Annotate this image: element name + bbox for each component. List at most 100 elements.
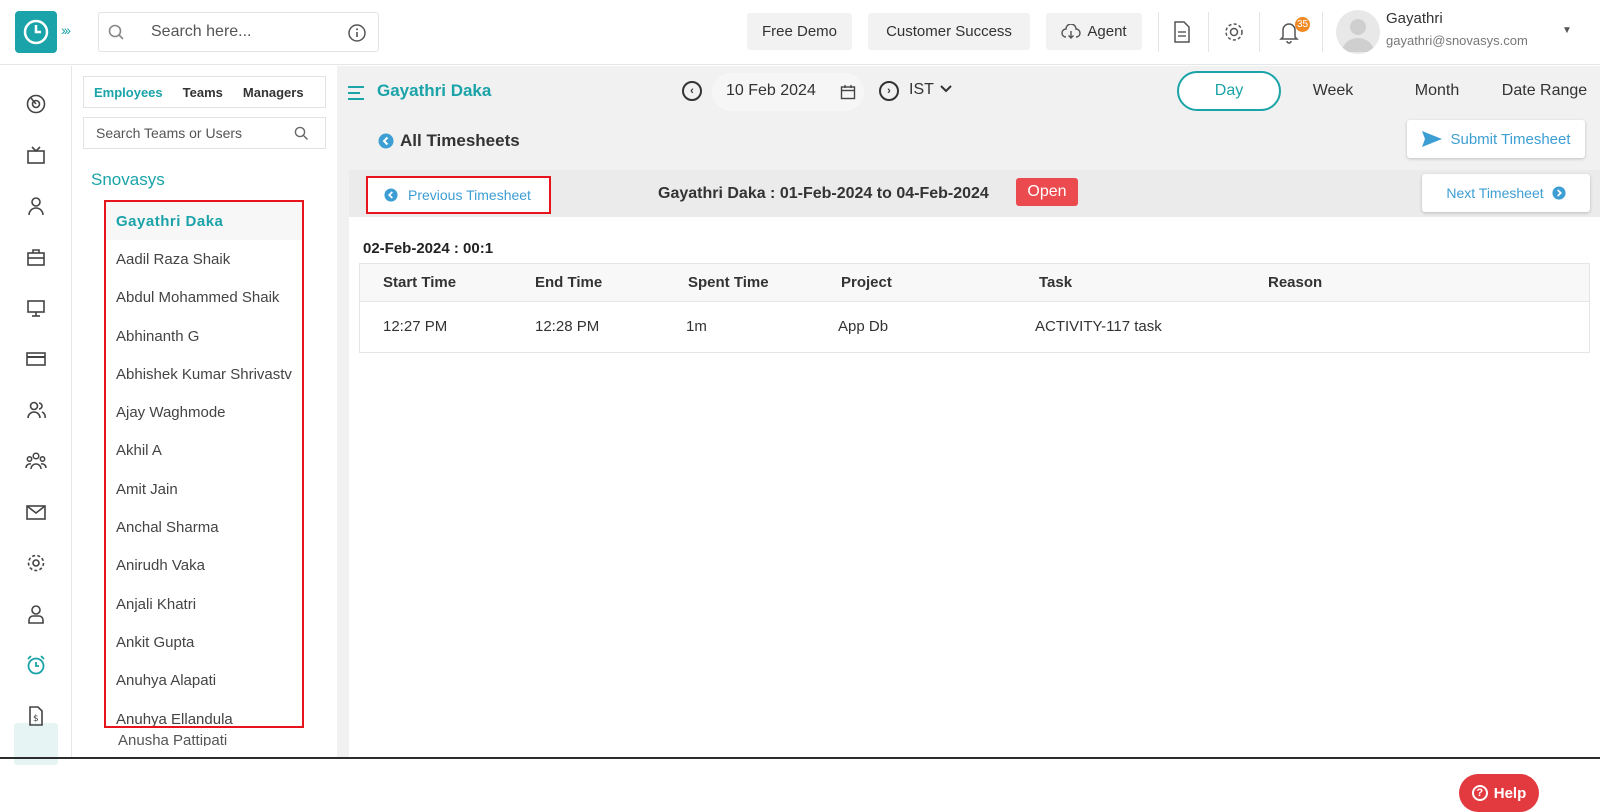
list-item[interactable]: Aadil Raza Shaik xyxy=(106,240,302,278)
panel-resize-handle[interactable] xyxy=(337,66,349,759)
list-item[interactable]: Anchal Sharma xyxy=(106,508,302,546)
date-value: 10 Feb 2024 xyxy=(726,82,816,99)
tab-managers[interactable]: Managers xyxy=(243,85,304,100)
next-date-icon[interactable]: › xyxy=(879,81,899,101)
column-header: Task xyxy=(1039,274,1073,291)
table-cell: App Db xyxy=(838,318,889,335)
monitor-icon[interactable] xyxy=(24,296,48,320)
agent-button[interactable]: Agent xyxy=(1046,13,1142,50)
tab-date-range[interactable]: Date Range xyxy=(1489,71,1600,111)
team-user-search-input[interactable]: Search Teams or Users xyxy=(83,117,326,149)
credit-card-icon[interactable] xyxy=(24,347,48,371)
tab-employees[interactable]: Employees xyxy=(94,85,163,100)
settings-gear-icon[interactable] xyxy=(1222,20,1246,44)
search-placeholder: Search Teams or Users xyxy=(96,125,243,141)
list-item[interactable]: Ajay Waghmode xyxy=(106,393,302,431)
table-cell: 12:28 PM xyxy=(535,318,600,335)
mail-icon[interactable] xyxy=(24,500,48,524)
global-search[interactable]: Search here... xyxy=(98,12,379,52)
settings-icon[interactable] xyxy=(24,551,48,575)
chevron-left-circle-icon xyxy=(384,188,398,202)
expand-sidebar-icon[interactable]: ››› xyxy=(61,22,71,38)
team-icon[interactable] xyxy=(24,449,48,473)
users-icon[interactable] xyxy=(24,398,48,422)
timesheet-header: Previous Timesheet Gayathri Daka : 01-Fe… xyxy=(349,170,1600,217)
column-header: End Time xyxy=(535,274,603,291)
date-picker[interactable]: 10 Feb 2024 xyxy=(712,73,864,111)
list-item[interactable]: Abdul Mohammed Shaik xyxy=(106,279,302,317)
column-header: Reason xyxy=(1268,274,1323,291)
timezone-select[interactable]: IST xyxy=(909,81,952,99)
free-demo-button[interactable]: Free Demo xyxy=(747,13,852,50)
tab-day[interactable]: Day xyxy=(1177,71,1281,111)
list-item[interactable]: Akhil A xyxy=(106,432,302,470)
next-label: Next Timesheet xyxy=(1446,185,1544,201)
tab-teams[interactable]: Teams xyxy=(183,85,223,100)
next-timesheet-button[interactable]: Next Timesheet xyxy=(1422,174,1590,212)
divider xyxy=(1259,12,1260,52)
column-header: Project xyxy=(841,274,892,291)
calendar-icon xyxy=(840,85,856,100)
tab-month[interactable]: Month xyxy=(1385,71,1489,111)
divider xyxy=(1322,12,1323,52)
cloud-download-icon xyxy=(1061,23,1082,39)
search-icon xyxy=(108,24,124,40)
timesheet-table: Start Time End Time Spent Time Project T… xyxy=(359,263,1590,353)
list-item[interactable]: Anuhya Ellandula xyxy=(106,700,302,727)
divider xyxy=(1158,12,1159,52)
invoice-icon[interactable]: $ xyxy=(24,704,48,728)
list-item[interactable]: Anusha Pattipati xyxy=(118,732,227,746)
notification-badge: 35 xyxy=(1295,17,1310,32)
agent-label: Agent xyxy=(1087,23,1127,40)
table-header: Start Time End Time Spent Time Project T… xyxy=(360,264,1589,302)
user-icon[interactable] xyxy=(24,194,48,218)
list-item[interactable]: Anuhya Alapati xyxy=(106,662,302,700)
submit-timesheet-button[interactable]: Submit Timesheet xyxy=(1407,120,1585,158)
person-badge-icon[interactable] xyxy=(24,602,48,626)
tv-icon[interactable] xyxy=(24,143,48,167)
send-icon xyxy=(1422,131,1443,147)
list-item[interactable]: Ankit Gupta xyxy=(106,623,302,661)
info-icon[interactable] xyxy=(347,23,367,43)
left-nav-rail: $ xyxy=(0,66,72,765)
menu-icon[interactable] xyxy=(346,82,368,104)
briefcase-icon[interactable] xyxy=(24,245,48,269)
chevron-left-circle-icon xyxy=(378,133,394,149)
employee-panel: Employees Teams Managers Search Teams or… xyxy=(73,66,335,759)
alarm-clock-icon[interactable] xyxy=(24,653,48,677)
question-icon: ? xyxy=(1471,785,1488,801)
all-timesheets-link[interactable]: All Timesheets xyxy=(378,131,520,151)
chevron-down-icon xyxy=(940,85,952,93)
timezone-value: IST xyxy=(909,81,934,98)
all-timesheets-label: All Timesheets xyxy=(400,131,520,150)
previous-timesheet-button[interactable]: Previous Timesheet xyxy=(366,176,551,214)
help-label: Help xyxy=(1493,784,1527,802)
list-item[interactable]: Amit Jain xyxy=(106,470,302,508)
customer-success-button[interactable]: Customer Success xyxy=(868,13,1030,50)
list-item[interactable]: Gayathri Daka xyxy=(106,202,302,241)
list-item[interactable]: Abhishek Kumar Shrivastv xyxy=(106,355,302,393)
search-placeholder: Search here... xyxy=(151,23,252,40)
svg-text:$: $ xyxy=(33,714,39,724)
user-name: Gayathri xyxy=(1386,10,1443,27)
list-item[interactable]: Anjali Khatri xyxy=(106,585,302,623)
previous-label: Previous Timesheet xyxy=(408,187,531,203)
table-cell: 1m xyxy=(686,318,707,335)
document-icon[interactable] xyxy=(1171,20,1193,44)
avatar[interactable] xyxy=(1336,10,1380,54)
chevron-down-icon[interactable]: ▼ xyxy=(1562,25,1572,36)
chevron-right-circle-icon xyxy=(1552,186,1566,200)
table-cell: 12:27 PM xyxy=(383,318,448,335)
user-email: gayathri@snovasys.com xyxy=(1386,33,1528,48)
app-logo[interactable] xyxy=(15,11,57,53)
dashboard-icon[interactable] xyxy=(24,92,48,116)
help-button[interactable]: ? Help xyxy=(1459,774,1539,812)
list-item[interactable]: Anirudh Vaka xyxy=(106,547,302,585)
tab-week[interactable]: Week xyxy=(1281,71,1385,111)
organization-name[interactable]: Snovasys xyxy=(91,170,165,190)
list-item[interactable]: Abhinanth G xyxy=(106,317,302,355)
timesheet-card: Previous Timesheet Gayathri Daka : 01-Fe… xyxy=(349,170,1600,812)
submit-label: Submit Timesheet xyxy=(1450,130,1571,148)
status-badge: Open xyxy=(1016,178,1078,206)
previous-date-icon[interactable]: ‹ xyxy=(682,81,702,101)
